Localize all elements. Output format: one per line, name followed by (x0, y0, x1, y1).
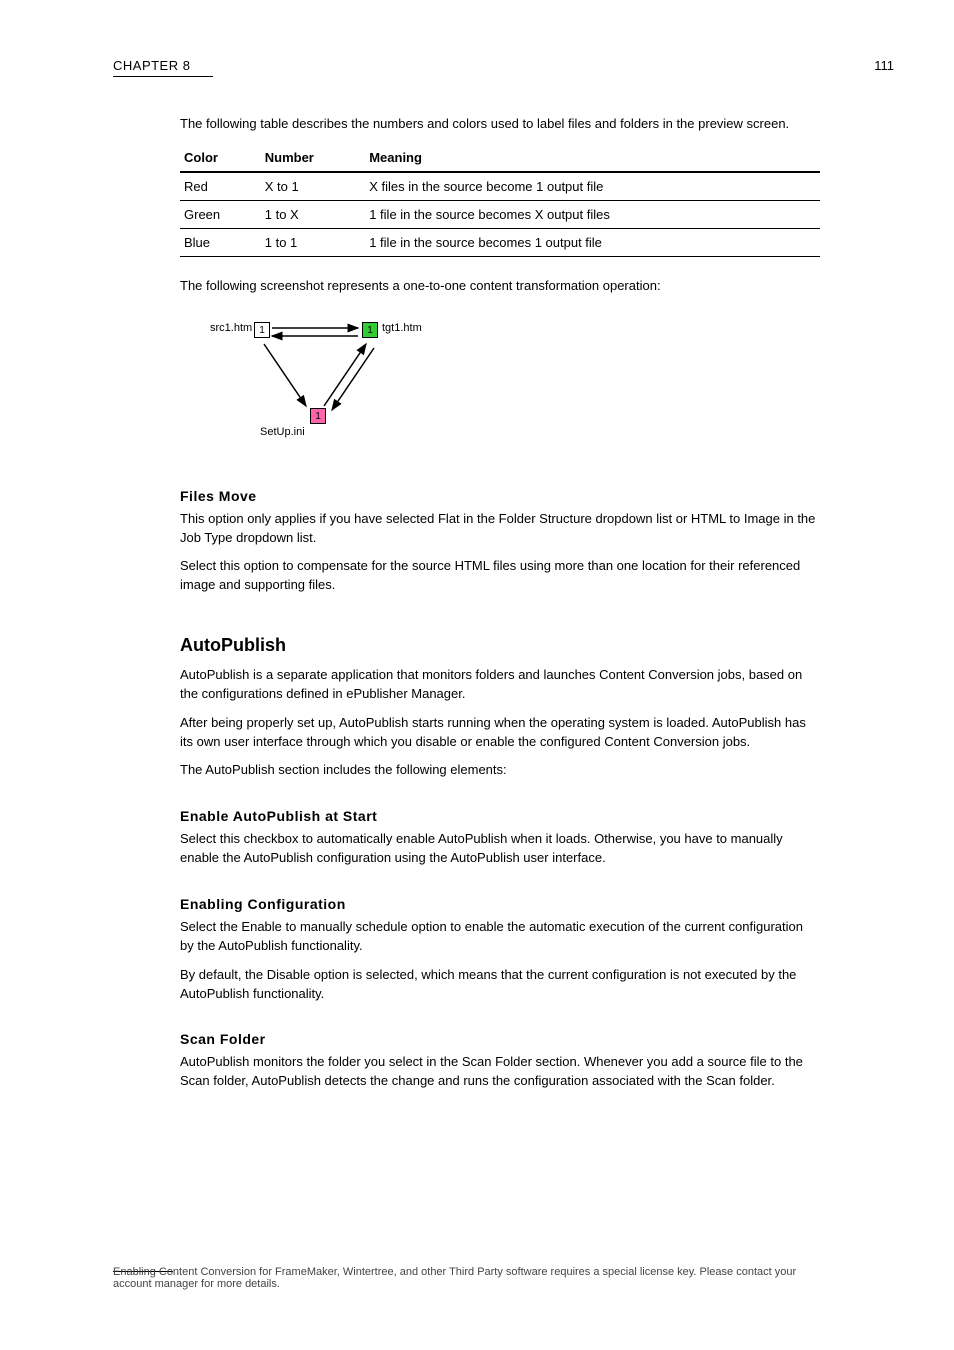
cell: Green (180, 200, 261, 228)
scan-folder-p1: AutoPublish monitors the folder you sele… (180, 1053, 820, 1091)
heading-autopublish: AutoPublish (180, 635, 820, 656)
content-area: The following table describes the number… (180, 115, 820, 1101)
node-source: 1 (254, 322, 270, 338)
table-row: Blue 1 to 1 1 file in the source becomes… (180, 228, 820, 256)
table-header-row: Color Number Meaning (180, 144, 820, 172)
cell: 1 to X (261, 200, 365, 228)
heading-enable-autopublish-start: Enable AutoPublish at Start (180, 808, 820, 824)
autopublish-p2: After being properly set up, AutoPublish… (180, 714, 820, 752)
cell: 1 to 1 (261, 228, 365, 256)
page: CHAPTER 8 111 The following table descri… (0, 0, 954, 1350)
cell: Blue (180, 228, 261, 256)
footer-note: Enabling Content Conversion for FrameMak… (113, 1266, 813, 1290)
cell: X files in the source become 1 output fi… (365, 172, 820, 201)
header-rule (113, 76, 213, 77)
heading-files-move: Files Move (180, 488, 820, 504)
col-meaning: Meaning (365, 144, 820, 172)
label-setup: SetUp.ini (260, 426, 305, 438)
cell: 1 file in the source becomes 1 output fi… (365, 228, 820, 256)
enabling-config-p2: By default, the Disable option is select… (180, 966, 820, 1004)
heading-scan-folder: Scan Folder (180, 1031, 820, 1047)
autopublish-p1: AutoPublish is a separate application th… (180, 666, 820, 704)
table-row: Green 1 to X 1 file in the source become… (180, 200, 820, 228)
cell: Red (180, 172, 261, 201)
col-color: Color (180, 144, 261, 172)
intro-paragraph: The following table describes the number… (180, 115, 820, 134)
color-meaning-table: Color Number Meaning Red X to 1 X files … (180, 144, 820, 257)
enabling-config-p1: Select the Enable to manually schedule o… (180, 918, 820, 956)
chapter-label: CHAPTER 8 (113, 58, 190, 73)
page-number: 111 (874, 58, 894, 73)
cell: 1 file in the source becomes X output fi… (365, 200, 820, 228)
label-source: src1.htm (210, 322, 252, 334)
autopublish-p3: The AutoPublish section includes the fol… (180, 761, 820, 780)
col-number: Number (261, 144, 365, 172)
heading-enabling-configuration: Enabling Configuration (180, 896, 820, 912)
example-intro: The following screenshot represents a on… (180, 277, 820, 296)
transformation-diagram: 1 src1.htm 1 tgt1.htm 1 SetUp.ini (210, 310, 440, 460)
filesmove-p1: This option only applies if you have sel… (180, 510, 820, 548)
enable-start-p1: Select this checkbox to automatically en… (180, 830, 820, 868)
node-setup: 1 (310, 408, 326, 424)
label-target: tgt1.htm (382, 322, 422, 334)
filesmove-p2: Select this option to compensate for the… (180, 557, 820, 595)
table-row: Red X to 1 X files in the source become … (180, 172, 820, 201)
node-target: 1 (362, 322, 378, 338)
cell: X to 1 (261, 172, 365, 201)
